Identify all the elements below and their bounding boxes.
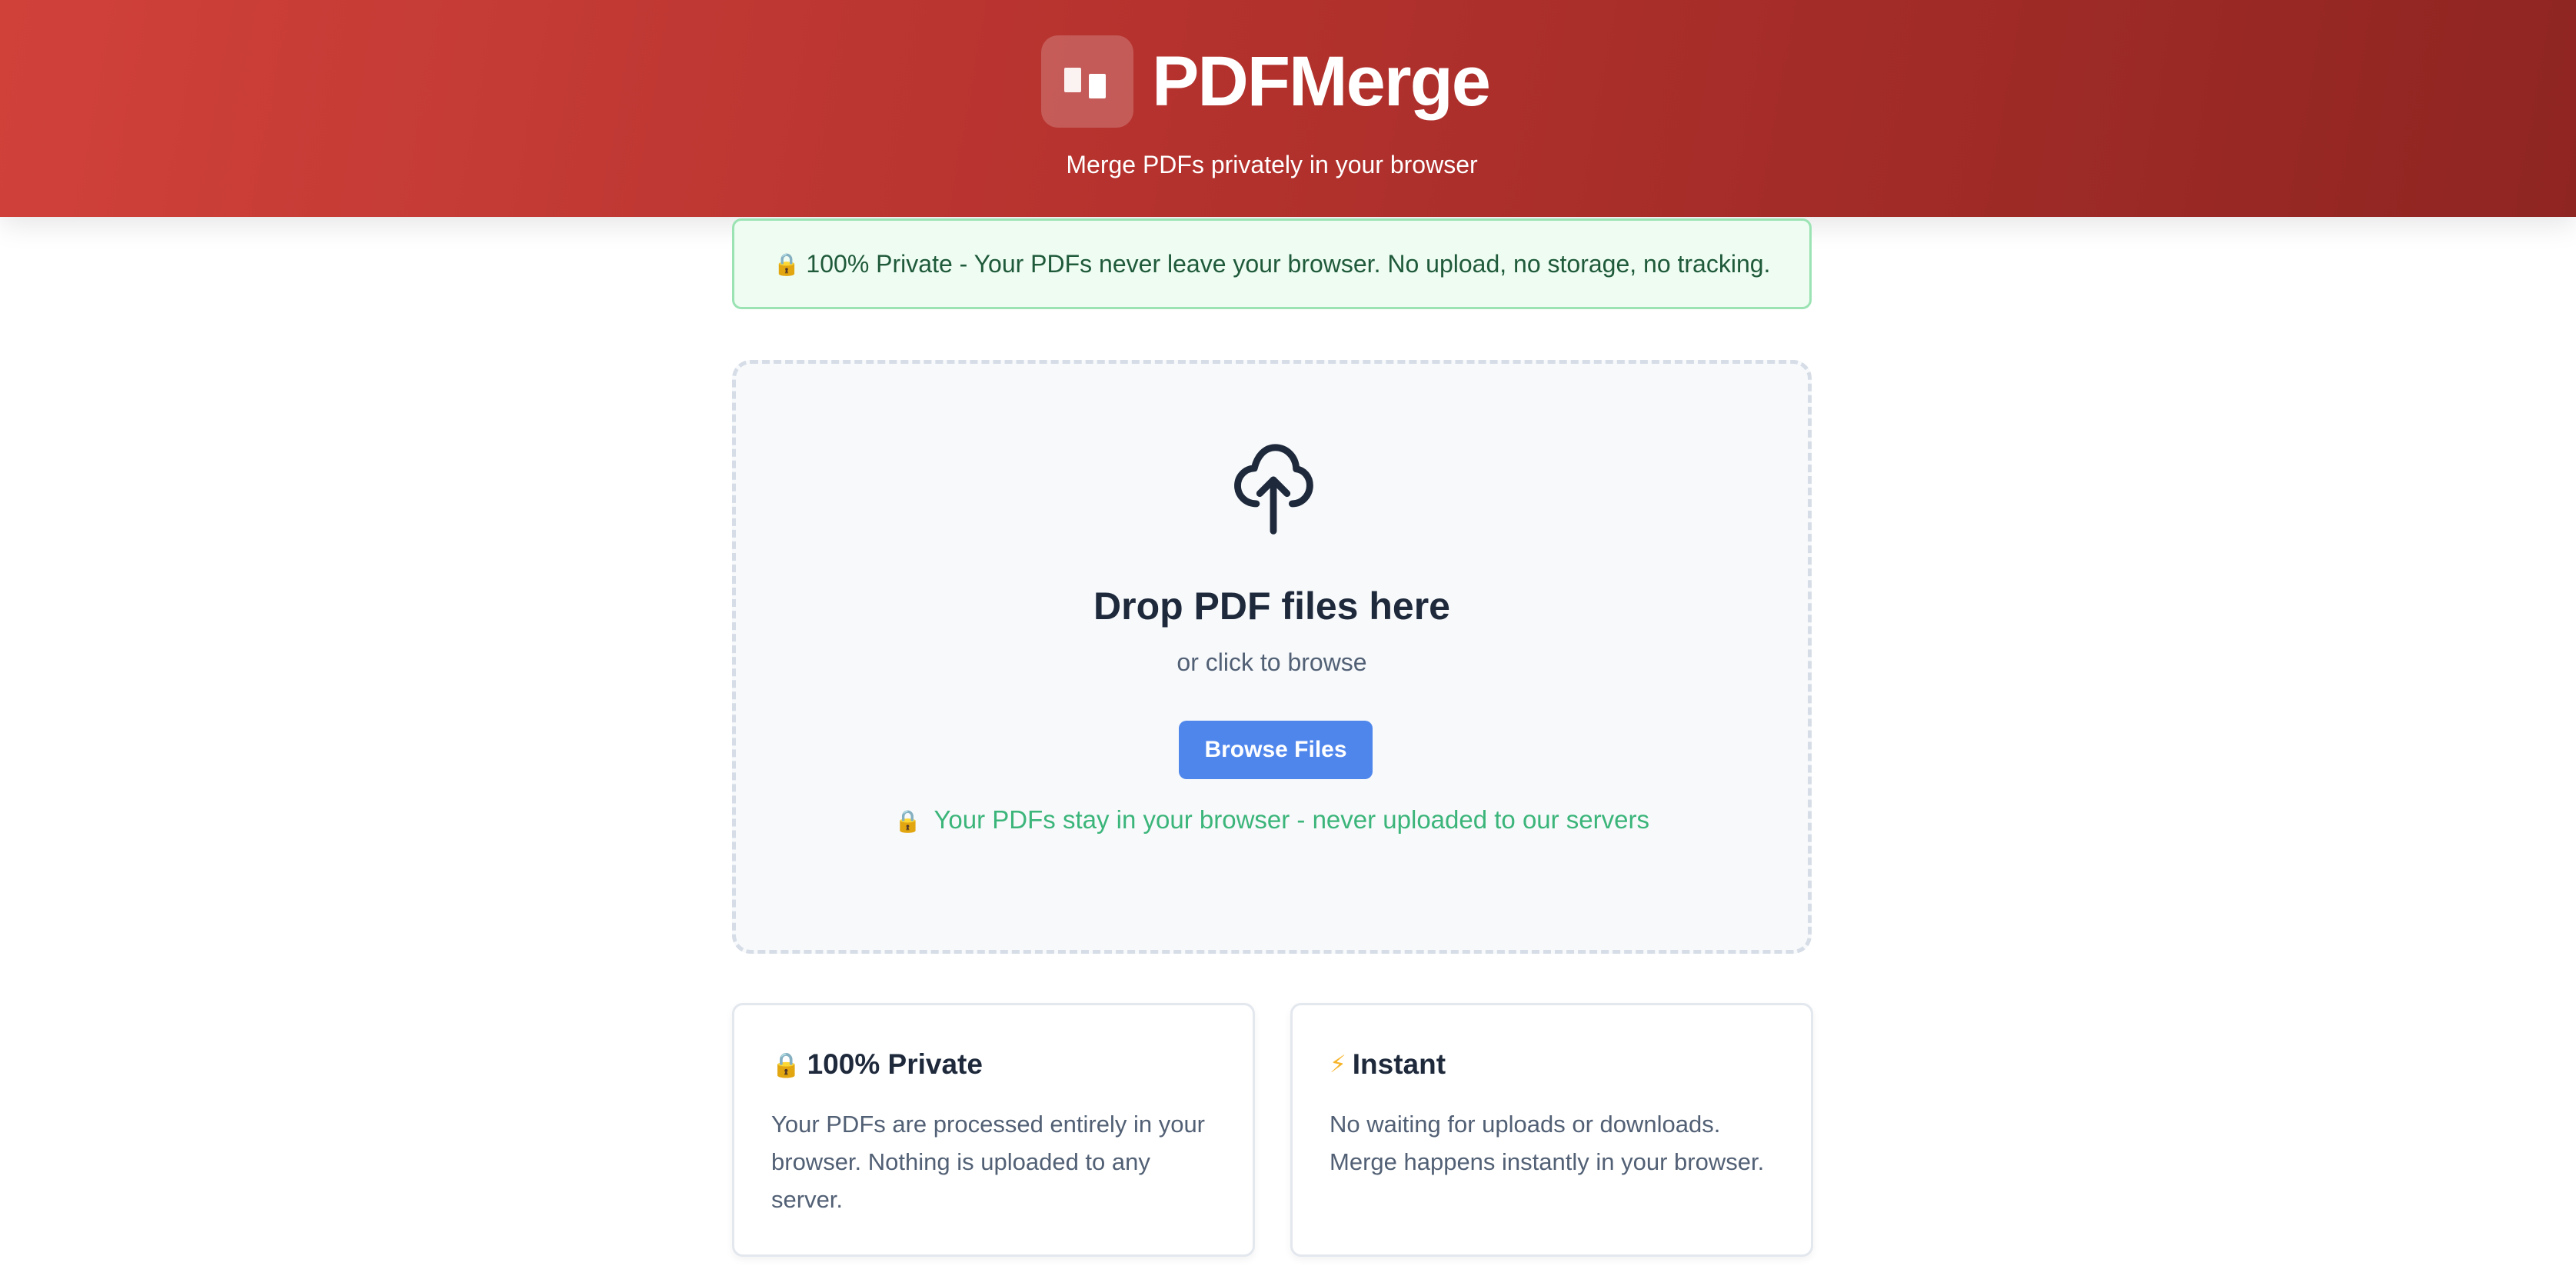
privacy-banner-text: 100% Private - Your PDFs never leave you… (806, 249, 1771, 278)
privacy-note: 🔒 Your PDFs stay in your browser - never… (736, 805, 1808, 835)
drop-subtitle: or click to browse (1177, 648, 1367, 676)
app-header: PDFMerge Merge PDFs privately in your br… (0, 0, 2576, 217)
feature-description: No waiting for uploads or downloads. Mer… (1330, 1111, 1765, 1175)
lock-icon: 🔒 (771, 1051, 801, 1078)
cloud-upload-icon (1234, 444, 1313, 535)
lock-icon: 🔒 (773, 252, 800, 276)
privacy-note-text: Your PDFs stay in your browser - never u… (934, 805, 1649, 834)
feature-description: Your PDFs are processed entirely in your… (771, 1111, 1206, 1213)
feature-title: 🔒 100% Private (771, 1045, 1216, 1084)
tagline: Merge PDFs privately in your browser (1066, 151, 1478, 178)
privacy-banner: 🔒 100% Private - Your PDFs never leave y… (732, 218, 1812, 309)
brand[interactable]: PDFMerge (1041, 34, 1491, 129)
feature-card-instant: ⚡ Instant No waiting for uploads or down… (1290, 1003, 1813, 1257)
feature-title-text: 100% Private (807, 1048, 983, 1080)
feature-card-private: 🔒 100% Private Your PDFs are processed e… (732, 1003, 1255, 1257)
pdf-drop-zone[interactable]: Drop PDF files here or click to browse B… (732, 360, 1812, 954)
lightning-icon: ⚡ (1330, 1051, 1346, 1078)
feature-title: ⚡ Instant (1330, 1045, 1774, 1084)
browse-files-button[interactable]: Browse Files (1179, 721, 1373, 779)
lock-icon: 🔒 (894, 809, 921, 833)
merge-pages-icon (1041, 35, 1133, 128)
feature-title-text: Instant (1352, 1048, 1446, 1080)
drop-title: Drop PDF files here (1093, 585, 1450, 628)
brand-name: PDFMerge (1152, 42, 1491, 121)
logo-sheet-right (1089, 74, 1106, 98)
logo-sheet-left (1064, 68, 1081, 92)
